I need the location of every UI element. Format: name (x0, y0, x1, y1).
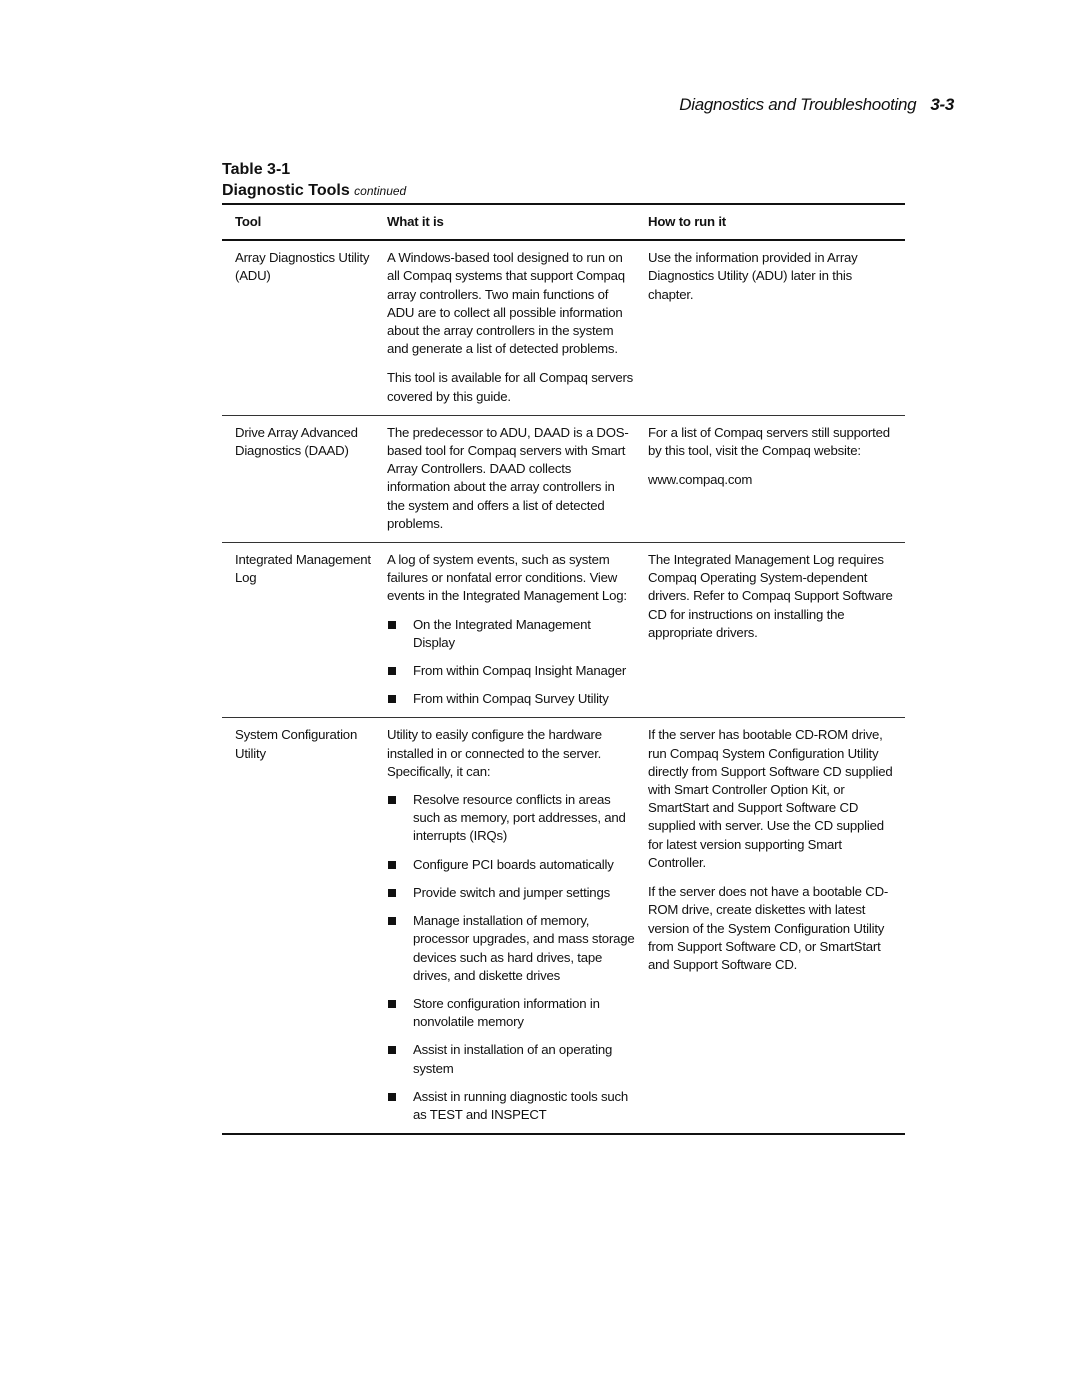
bullet-text: Assist in running diagnostic tools such … (413, 1088, 629, 1122)
instruction-paragraph: If the server has bootable CD-ROM drive,… (648, 727, 893, 870)
cell-tool: Drive Array Advanced Diagnostics (DAAD) (235, 424, 358, 459)
square-bullet-icon (388, 860, 396, 869)
square-bullet-icon (388, 695, 396, 704)
table-row: Drive Array Advanced Diagnostics (DAAD) T… (222, 416, 905, 544)
bullet-text: Assist in installation of an operating s… (413, 1042, 613, 1076)
square-bullet-icon (388, 888, 396, 897)
square-bullet-icon (388, 917, 396, 926)
bullet-item: On the Integrated Management Display (387, 616, 635, 652)
header-how-to-run-it: How to run it (648, 214, 726, 229)
table-title-text: Diagnostic Tools (222, 182, 350, 199)
cell-how-to-run-it: If the server has bootable CD-ROM drive,… (635, 726, 905, 1124)
square-bullet-icon (388, 620, 396, 629)
bullet-text: From within Compaq Insight Manager (413, 663, 627, 679)
bullet-list: On the Integrated Management Display From… (387, 616, 635, 709)
bullet-item: Store configuration information in nonvo… (387, 995, 635, 1031)
header-what-it-is: What it is (387, 214, 444, 229)
bullet-list: Resolve resource conflicts in areas such… (387, 791, 635, 1124)
bullet-item: Assist in installation of an operating s… (387, 1041, 635, 1077)
cell-tool: Array Diagnostics Utility (ADU) (235, 250, 370, 284)
cell-what-it-is: A log of system events, such as system f… (374, 551, 635, 708)
table-caption: Table 3-1 Diagnostic Tools continued (222, 160, 406, 202)
running-head: Diagnostics and Troubleshooting 3-3 (679, 95, 954, 115)
bullet-text: Configure PCI boards automatically (413, 856, 614, 872)
square-bullet-icon (388, 667, 396, 676)
table-header-row: Tool What it is How to run it (222, 205, 905, 242)
bullet-item: Configure PCI boards automatically (387, 856, 635, 874)
table-number: Table 3-1 (222, 161, 291, 178)
cell-what-it-is: The predecessor to ADU, DAAD is a DOS-ba… (374, 424, 635, 533)
cell-how-to-run-it: For a list of Compaq servers still suppo… (635, 424, 905, 533)
diagnostic-tools-table: Tool What it is How to run it Array Diag… (222, 203, 905, 1136)
cell-how-to-run-it: Use the information provided in Array Di… (635, 249, 905, 406)
instruction-paragraph: www.compaq.com (648, 472, 753, 488)
square-bullet-icon (388, 1046, 396, 1055)
bullet-text: On the Integrated Management Display (413, 616, 591, 650)
table-title: Diagnostic Tools continued (222, 180, 406, 202)
description-paragraph: The predecessor to ADU, DAAD is a DOS-ba… (387, 424, 629, 531)
cell-how-to-run-it: The Integrated Management Log requires C… (635, 551, 905, 708)
bullet-item: Provide switch and jumper settings (387, 884, 635, 902)
bullet-item: Assist in running diagnostic tools such … (387, 1088, 635, 1124)
header-tool: Tool (235, 214, 262, 229)
table-row: Array Diagnostics Utility (ADU) A Windows… (222, 241, 905, 416)
cell-tool: Integrated Management Log (235, 552, 371, 586)
bullet-text: Resolve resource conflicts in areas such… (413, 792, 626, 844)
description-paragraph: This tool is available for all Compaq se… (387, 370, 634, 404)
description-paragraph: A Windows-based tool designed to run on … (387, 250, 625, 357)
bullet-text: Manage installation of memory, processor… (413, 913, 635, 983)
bullet-item: From within Compaq Survey Utility (387, 690, 635, 708)
square-bullet-icon (388, 796, 396, 805)
table-body: Array Diagnostics Utility (ADU) A Windows… (222, 241, 905, 1136)
bullet-text: Store configuration information in nonvo… (413, 995, 600, 1030)
running-head-title: Diagnostics and Troubleshooting (679, 95, 917, 114)
table-row: Integrated Management Log A log of system… (222, 543, 905, 719)
instruction-paragraph: Use the information provided in Array Di… (648, 250, 858, 302)
square-bullet-icon (388, 999, 396, 1008)
cell-what-it-is: Utility to easily configure the hardware… (374, 726, 635, 1124)
table-title-qualifier: continued (354, 184, 407, 198)
bullet-text: Provide switch and jumper settings (413, 884, 610, 900)
square-bullet-icon (388, 1092, 396, 1101)
description-paragraph: Utility to easily configure the hardware… (387, 727, 602, 779)
bullet-item: Manage installation of memory, processor… (387, 912, 635, 985)
cell-tool: System Configuration Utility (235, 727, 358, 761)
bullet-item: Resolve resource conflicts in areas such… (387, 791, 635, 846)
instruction-paragraph: If the server does not have a bootable C… (648, 884, 889, 972)
page-number: 3-3 (930, 95, 954, 114)
cell-what-it-is: A Windows-based tool designed to run on … (374, 249, 635, 406)
bullet-text: From within Compaq Survey Utility (413, 691, 609, 707)
bullet-item: From within Compaq Insight Manager (387, 662, 635, 680)
table-row: System Configuration Utility Utility to e… (222, 718, 905, 1136)
instruction-paragraph: For a list of Compaq servers still suppo… (648, 424, 890, 459)
instruction-paragraph: The Integrated Management Log requires C… (648, 552, 893, 640)
description-paragraph: A log of system events, such as system f… (387, 552, 627, 604)
